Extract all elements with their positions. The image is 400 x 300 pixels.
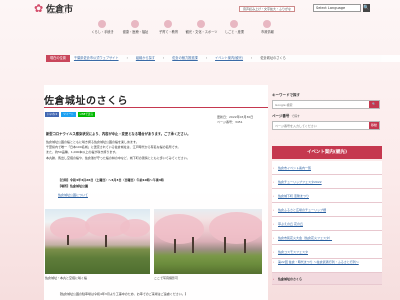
house-icon [98, 20, 106, 28]
notice-text: 新型コロナウイルス感染状況により、内容が中止・変更となる場合があります。ご了承く… [46, 132, 191, 136]
breadcrumb-current: 佐倉城址のさくら [260, 56, 286, 60]
park-link[interactable]: 佐倉城址公園について [58, 193, 88, 197]
event-item-current[interactable]: 佐倉城址のさくら [272, 273, 382, 285]
gnav-item-health[interactable]: 健康・医療・福祉 [119, 16, 152, 40]
global-nav: くらし・手続き 健康・医療・福祉 子育て・教育 観光・文化・スポーツ しごと・産… [86, 16, 284, 40]
cherry-blossom-icon: ✿ [34, 1, 44, 15]
event-dates: 【日時】令和4年3月26日（土曜日）～4月3日（日曜日）午前10時～午後4時 [58, 178, 164, 182]
keyword-search-label: キーワードで探す [272, 93, 300, 97]
child-icon [164, 20, 172, 28]
search-icon[interactable]: 🔍 [363, 4, 370, 12]
breadcrumb-department[interactable]: 佐倉の魅力推進課 [168, 55, 202, 62]
event-info: 【日時】令和4年3月26日（土曜日）～4月3日（日曜日）午前10時～午後4時 【… [58, 178, 164, 189]
pageno-search-label: ページ番号 で探す [272, 114, 300, 118]
site-logo[interactable]: ✿ 佐倉市 SAKURA CITY [34, 1, 73, 16]
breadcrumb-sep: › [162, 56, 165, 60]
breadcrumb-sep: › [251, 56, 253, 60]
heart-icon [131, 20, 139, 28]
event-item[interactable]: 第22回 佐倉・時代まつり ～佐倉武者行列・ふるさと行列～ [272, 259, 382, 273]
event-item[interactable]: 草ぶえの丘 花の丘 [272, 217, 382, 231]
building-icon [263, 20, 271, 28]
parking-note: 【佐倉城址公園の駐車場は令和4年3月より工事中のため、お車でのご来場はご遠慮くだ… [58, 292, 188, 296]
logo-subtitle: SAKURA CITY [47, 12, 67, 15]
breadcrumb: 現在の位置 千葉県佐倉市公式ウェブサイト › 組織から探す › 佐倉の魅力推進課… [46, 55, 400, 62]
breadcrumb-label: 現在の位置 [46, 55, 70, 62]
breadcrumb-events[interactable]: イベント案内(観光) [211, 55, 247, 62]
go-button[interactable]: 移動 [369, 122, 379, 129]
event-item[interactable]: 佐倉市民花火大会（佐倉花火フェスタ） [272, 231, 382, 245]
language-select[interactable]: Select Language [313, 4, 361, 12]
read-aloud-button[interactable]: 音声読み上げ・文字拡大・ふりがな [239, 6, 296, 12]
photo-caption-2: ここで写真撮影可 [154, 276, 179, 280]
event-list-heading: イベント案内(観光) [272, 146, 382, 159]
share-buttons: いいね 0 ツイート LINEで送る [45, 112, 96, 117]
like-button[interactable]: いいね 0 [45, 112, 60, 117]
breadcrumb-organization[interactable]: 組織から探す [132, 55, 159, 62]
event-list: 佐倉市イベント案内一覧 佐倉チューリップフェスタ2022 佐倉城下町 恵隆まつり… [272, 161, 382, 285]
event-place: 【場所】佐倉城址公園 [58, 183, 89, 188]
pageno-input[interactable]: ページ番号を入力してください 移動 [272, 121, 380, 130]
line-button[interactable]: LINEで送る [77, 112, 96, 117]
page-number: ページ番号：3451 [217, 120, 243, 124]
event-item[interactable]: 佐倉城下町 恵隆まつり [272, 189, 382, 203]
photo-cherry-path [154, 209, 262, 274]
gnav-item-tourism[interactable]: 観光・文化・スポーツ [185, 16, 218, 40]
gnav-item-living[interactable]: くらし・手続き [86, 16, 119, 40]
event-item[interactable]: 佐倉ふるさと広場のチューリップ畑 [272, 203, 382, 217]
body-text: 佐倉城址公園の桜とともに咲き誇る佐倉城址公園の桜を楽しめます。 千葉県内で唯一「… [46, 140, 190, 160]
gnav-item-childcare[interactable]: 子育て・教育 [152, 16, 185, 40]
breadcrumb-sep: › [205, 56, 208, 60]
title-underline [44, 107, 268, 108]
page-title: 佐倉城址のさくら [44, 96, 128, 107]
gnav-item-govt[interactable]: 市政情報 [251, 16, 284, 40]
tweet-button[interactable]: ツイート [61, 112, 76, 117]
breadcrumb-sep: › [126, 56, 128, 60]
search-icon[interactable]: 🔍 [369, 101, 379, 108]
gnav-item-work[interactable]: しごと・産業 [218, 16, 251, 40]
sidebar-search: キーワードで探す Google 検索 🔍 ページ番号 で探す ページ番号を入力して… [272, 92, 382, 130]
page-meta: 更新日：2022年03月30日 ページ番号：3451 [217, 115, 277, 125]
keyword-search-input[interactable]: Google 検索 🔍 [272, 100, 380, 109]
camera-icon [197, 20, 205, 28]
event-item[interactable]: 佐倉チューリップフェスタ2022 [272, 175, 382, 189]
event-item[interactable]: 佐倉コスモスフェスタ [272, 245, 382, 259]
event-item[interactable]: 佐倉市イベント案内一覧 [272, 161, 382, 175]
photo-castle-moat [45, 209, 150, 274]
briefcase-icon [230, 20, 238, 28]
photo-caption-1: 佐倉城址・本丸と空堀に咲く桜 [45, 276, 88, 280]
breadcrumb-home[interactable]: 千葉県佐倉市公式ウェブサイト [70, 55, 123, 62]
